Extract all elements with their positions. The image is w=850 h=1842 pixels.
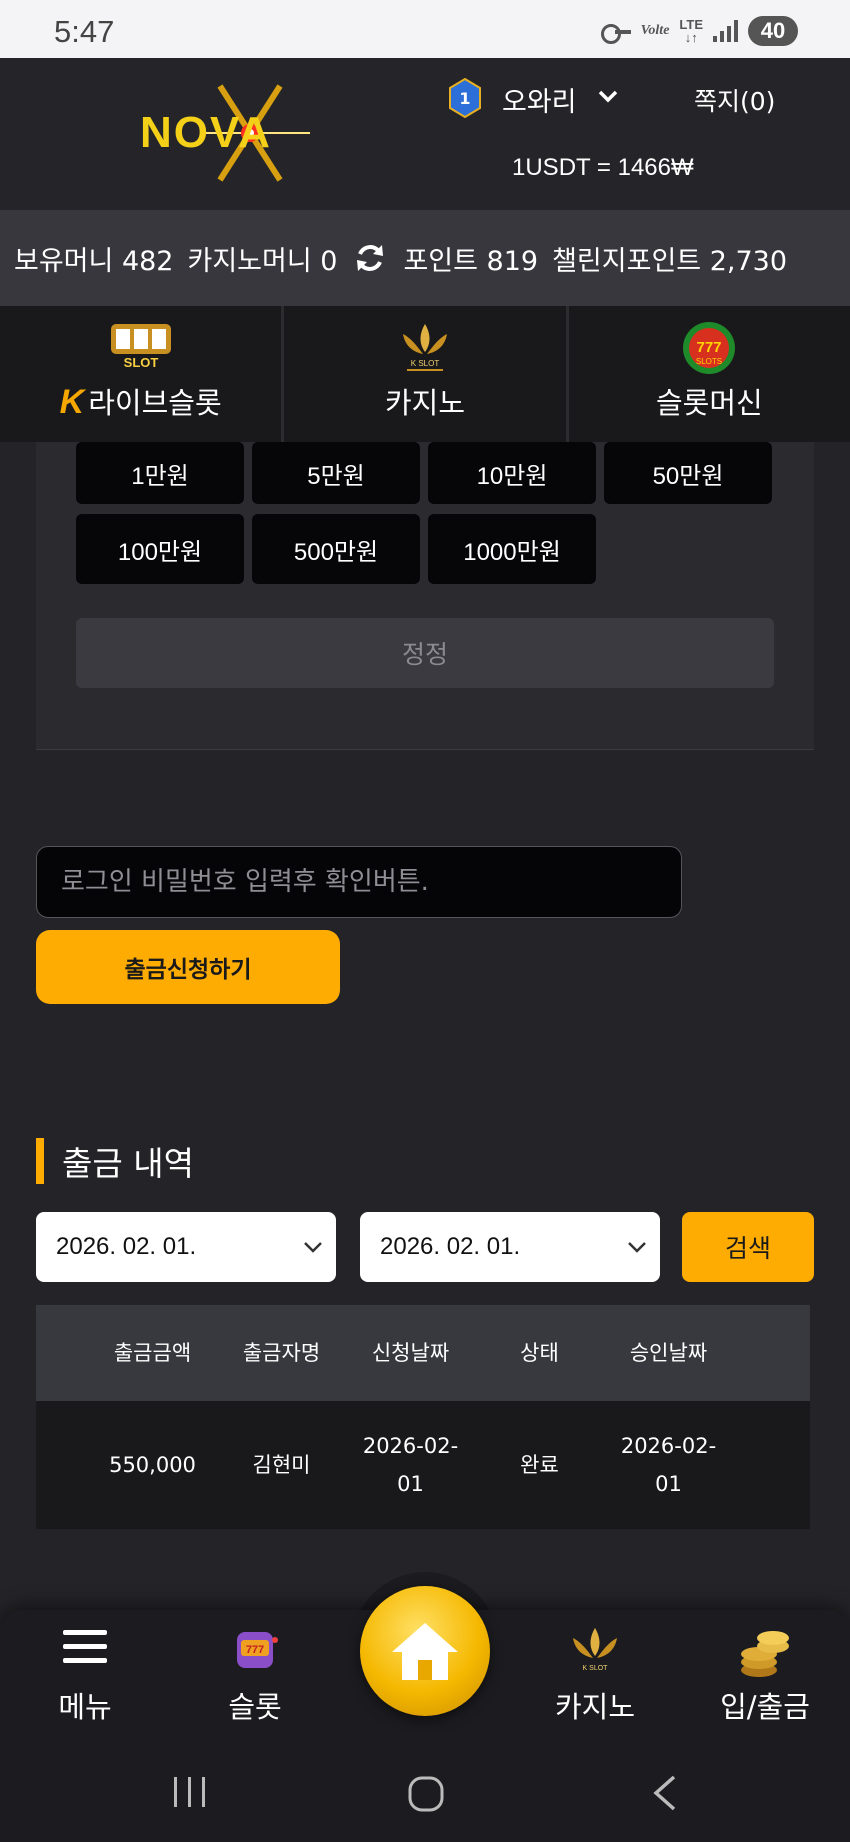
search-button[interactable]: 검색: [682, 1212, 814, 1282]
chevron-down-icon: [628, 1242, 646, 1253]
amount-button-1m[interactable]: 100만원: [76, 514, 244, 584]
nav-slot[interactable]: 777 슬롯: [180, 1610, 330, 1746]
col-status: 상태: [520, 1341, 559, 1365]
volte-icon: Volte: [640, 23, 670, 38]
lotus-logo-icon: K SLOT: [573, 1628, 617, 1672]
refresh-icon[interactable]: [353, 241, 387, 275]
chevron-down-icon[interactable]: [598, 86, 618, 106]
balance-bar: 보유머니 482 카지노머니 0 포인트 819 챌린지포인트 2,730: [0, 210, 850, 306]
table-row: 550,000 김현미 2026-02- 01 완료 2026-02- 01: [36, 1401, 810, 1529]
menu-icon: [63, 1630, 107, 1663]
nav-label: 메뉴: [58, 1690, 112, 1724]
col-amount: 출금금액: [113, 1341, 192, 1365]
amount-button-500k[interactable]: 50만원: [604, 442, 772, 504]
nova-logo[interactable]: NOVA: [140, 78, 330, 188]
nav-menu[interactable]: 메뉴: [10, 1610, 160, 1746]
tab-live-slot[interactable]: SLOT K 라이브슬롯: [0, 306, 285, 442]
amount-panel: 1만원 5만원 10만원 50만원 100만원 500만원 1000만원 정정: [36, 442, 814, 750]
svg-text:1: 1: [459, 89, 470, 108]
withdraw-history-table: 출금금액 출금자명 신청날짜 상태 승인날짜 550,000 김현미 2026-…: [36, 1305, 810, 1529]
tab-casino[interactable]: K SLOT 카지노: [284, 306, 569, 442]
svg-text:K SLOT: K SLOT: [411, 359, 440, 368]
svg-text:K SLOT: K SLOT: [583, 1665, 609, 1672]
category-tabs: SLOT K 라이브슬롯 K SLOT 카지노 777 SLOTS 슬롯머신: [0, 306, 850, 442]
k-logo-icon: K: [59, 383, 85, 421]
home-system-icon[interactable]: [406, 1774, 446, 1814]
date-to-value: 2026. 02. 01.: [380, 1233, 521, 1260]
site-header: NOVA 1 오와리 쪽지(0) 1USDT = 1466₩: [0, 58, 850, 210]
lotus-logo-icon: K SLOT: [402, 324, 447, 371]
cell-request-date: 2026-02- 01: [362, 1434, 459, 1496]
lte-icon: LTE ↓↑: [679, 17, 703, 45]
challenge-points-balance: 챌린지포인트 2,730: [552, 245, 788, 277]
logo-text: NOVA: [140, 108, 272, 157]
exchange-rate: 1USDT = 1466₩: [512, 154, 694, 181]
svg-text:777: 777: [246, 1644, 264, 1656]
cell-name: 김현미: [252, 1453, 311, 1477]
withdraw-request-button[interactable]: 출금신청하기: [36, 930, 340, 1004]
status-bar: 5:47 Volte LTE ↓↑ 40: [0, 0, 850, 58]
nav-label: 슬롯: [228, 1690, 282, 1724]
coins-icon: [741, 1631, 789, 1677]
tab-label: 카지노: [384, 386, 466, 420]
home-icon: [392, 1623, 458, 1680]
history-section-title: 출금 내역: [36, 1138, 194, 1184]
back-icon[interactable]: [650, 1774, 680, 1812]
points-balance: 포인트 819: [403, 245, 539, 277]
money-balance: 보유머니 482: [14, 245, 174, 277]
title-accent-bar: [36, 1138, 44, 1184]
cell-amount: 550,000: [109, 1453, 196, 1477]
casino-money-balance: 카지노머니 0: [187, 245, 338, 277]
amount-button-50k[interactable]: 5만원: [252, 442, 420, 504]
signal-icon: [713, 20, 738, 42]
col-request-date: 신청날짜: [371, 1341, 450, 1365]
nav-casino[interactable]: K SLOT 카지노: [520, 1610, 670, 1746]
system-nav-bar: [0, 1746, 850, 1842]
table-header: 출금금액 출금자명 신청날짜 상태 승인날짜: [36, 1305, 810, 1401]
nav-label: 입/출금: [720, 1690, 810, 1724]
svg-text:SLOTS: SLOTS: [696, 357, 722, 366]
slot-machine-icon: 777: [237, 1632, 278, 1668]
nav-deposit-withdraw[interactable]: 입/출금: [690, 1610, 840, 1746]
level-badge-icon: 1: [449, 78, 481, 118]
nav-label: 카지노: [554, 1690, 636, 1724]
password-input[interactable]: [36, 846, 682, 918]
777-slots-icon: 777 SLOTS: [683, 322, 736, 374]
correct-button[interactable]: 정정: [76, 618, 774, 688]
cell-status: 완료: [520, 1453, 559, 1477]
home-button[interactable]: [360, 1586, 490, 1716]
history-title: 출금 내역: [62, 1144, 194, 1183]
date-to-select[interactable]: 2026. 02. 01.: [360, 1212, 660, 1282]
col-approve-date: 승인날짜: [629, 1341, 708, 1365]
date-from-value: 2026. 02. 01.: [56, 1233, 197, 1260]
amount-button-5m[interactable]: 500만원: [252, 514, 420, 584]
col-name: 출금자명: [242, 1341, 321, 1365]
battery-icon: 40: [748, 16, 806, 46]
recent-apps-icon[interactable]: [170, 1774, 210, 1810]
amount-button-100k[interactable]: 10만원: [428, 442, 596, 504]
messages-link[interactable]: 쪽지(0): [694, 82, 775, 118]
svg-text:SLOT: SLOT: [123, 355, 158, 370]
chevron-down-icon: [304, 1242, 322, 1253]
amount-button-10k[interactable]: 1만원: [76, 442, 244, 504]
tab-label: 라이브슬롯: [88, 386, 222, 420]
vpn-key-icon: [600, 22, 631, 44]
svg-text:777: 777: [697, 339, 722, 356]
date-from-select[interactable]: 2026. 02. 01.: [36, 1212, 336, 1282]
tab-label: 슬롯머신: [655, 386, 763, 420]
tab-slot-machine[interactable]: 777 SLOTS 슬롯머신: [569, 306, 850, 442]
live-slot-icon: SLOT: [110, 324, 171, 370]
cell-approve-date: 2026-02- 01: [620, 1434, 717, 1496]
username[interactable]: 오와리: [502, 80, 577, 119]
status-time: 5:47: [54, 14, 115, 49]
amount-button-10m[interactable]: 1000만원: [428, 514, 596, 584]
